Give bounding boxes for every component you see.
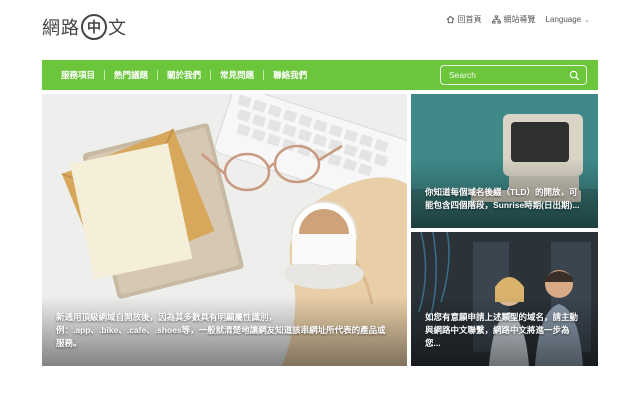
search-icon[interactable] bbox=[569, 70, 580, 81]
logo-text-part-a: 網路 bbox=[42, 18, 80, 39]
language-dropdown[interactable]: Language ⌄ bbox=[546, 15, 590, 24]
nav-item-about[interactable]: 關於我們 bbox=[158, 69, 210, 81]
logo-mark-char: 中 bbox=[87, 20, 101, 36]
article-card-apply-domain[interactable]: 如您有意願申請上述類型的域名，請主動與網路中文聯繫，網路中文將進一步為您... bbox=[411, 232, 598, 366]
chevron-down-icon: ⌄ bbox=[584, 16, 590, 24]
article-card-tld-stages[interactable]: 你知道每個域名後綴（TLD）的開放，可能包含四個階段，Sunrise時期(日出期… bbox=[411, 94, 598, 228]
featured-article-caption: 新通用頂級網域自開放後，因為其多數具有明顯屬性識別，例：.app、.bike、.… bbox=[56, 312, 386, 348]
sitemap-link-label: 網站導覽 bbox=[503, 15, 536, 24]
home-link[interactable]: 回首頁 bbox=[446, 14, 482, 25]
nav-item-services[interactable]: 服務項目 bbox=[52, 69, 104, 81]
sitemap-icon bbox=[491, 15, 501, 24]
language-label: Language bbox=[545, 15, 582, 24]
logo-text-part-b: 文 bbox=[108, 18, 126, 39]
home-link-label: 回首頁 bbox=[457, 15, 482, 24]
logo-mark: 中 bbox=[81, 14, 107, 40]
search-input[interactable] bbox=[441, 70, 561, 80]
article-caption-tld-stages: 你知道每個域名後綴（TLD）的開放，可能包含四個階段，Sunrise時期(日出期… bbox=[425, 187, 580, 210]
nav-item-faq[interactable]: 常見問題 bbox=[211, 69, 263, 81]
nav-item-hot-topics[interactable]: 熱門議題 bbox=[105, 69, 157, 81]
featured-article-card[interactable]: 新通用頂級網域自開放後，因為其多數具有明顯屬性識別，例：.app、.bike、.… bbox=[42, 94, 407, 366]
top-links: 回首頁 網站導覽 Language ⌄ bbox=[446, 14, 590, 25]
site-logo[interactable]: 網路 中 文 bbox=[42, 12, 126, 42]
home-icon bbox=[446, 15, 454, 24]
main-nav: 服務項目 熱門議題 關於我們 常見問題 聯絡我們 bbox=[42, 60, 598, 90]
sitemap-link[interactable]: 網站導覽 bbox=[491, 14, 536, 25]
article-caption-apply-domain: 如您有意願申請上述類型的域名，請主動與網路中文聯繫，網路中文將進一步為您... bbox=[425, 312, 579, 348]
nav-item-contact[interactable]: 聯絡我們 bbox=[264, 69, 316, 81]
search-box bbox=[440, 65, 587, 85]
